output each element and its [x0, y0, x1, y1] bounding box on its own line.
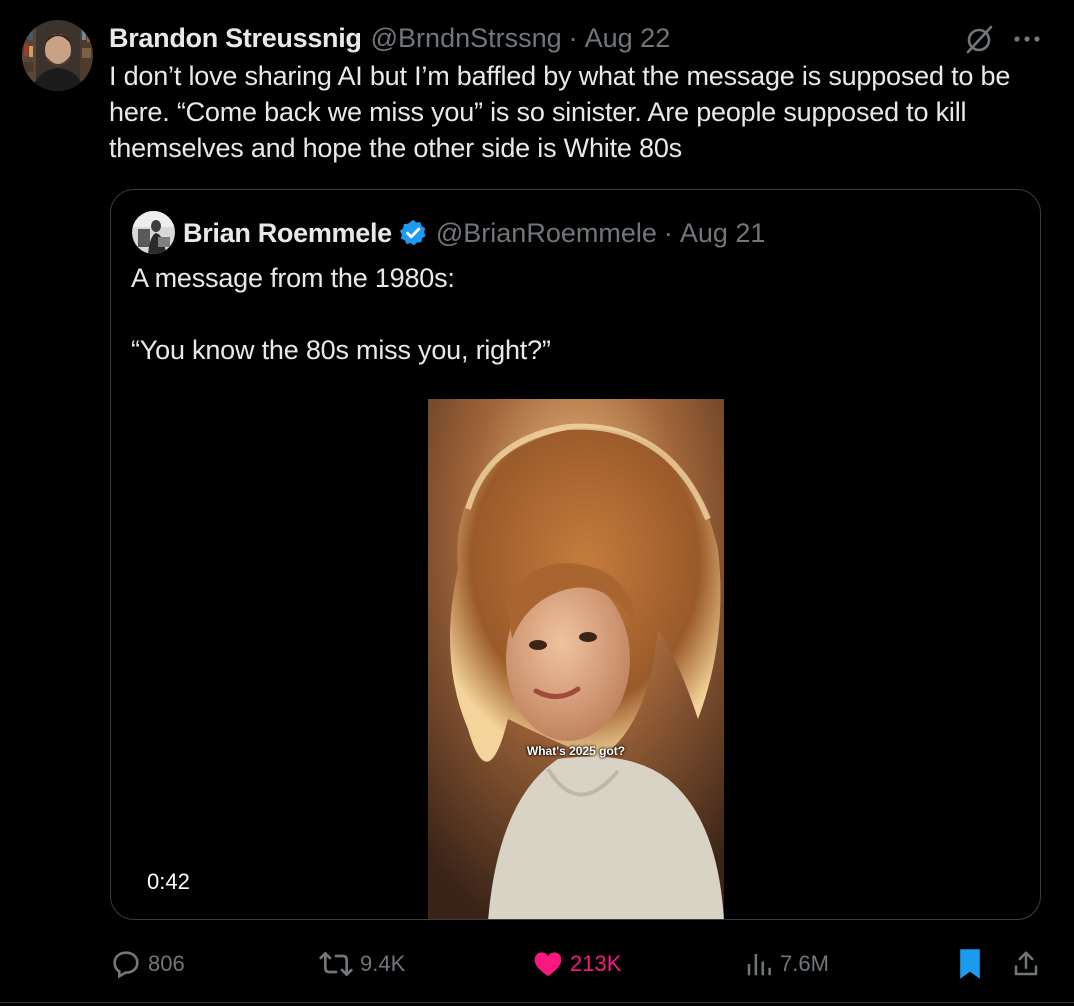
quote-author-name[interactable]: Brian Roemmele	[183, 218, 392, 249]
tweet-header: Brandon Streussnig @BrndnStrssng · Aug 2…	[109, 20, 670, 56]
grok-icon[interactable]	[962, 23, 996, 57]
views-button[interactable]: 7.6M	[744, 942, 829, 986]
verified-badge-icon	[398, 218, 428, 248]
repost-button[interactable]: 9.4K	[318, 942, 405, 986]
like-icon	[534, 952, 562, 976]
views-count: 7.6M	[780, 951, 829, 976]
bookmark-button[interactable]	[956, 942, 984, 986]
like-button[interactable]: 213K	[532, 942, 621, 986]
divider	[0, 1002, 1074, 1003]
quote-date[interactable]: Aug 21	[680, 218, 766, 249]
like-count: 213K	[570, 951, 622, 976]
more-icon[interactable]	[1010, 24, 1044, 54]
views-icon	[747, 954, 771, 976]
quote-author-handle[interactable]: @BrianRoemmele	[436, 218, 657, 249]
action-bar: 806 9.4K 213K 7.6M	[0, 942, 1074, 986]
quote-header: Brian Roemmele @BrianRoemmele · Aug 21	[183, 215, 765, 251]
author-avatar[interactable]	[22, 20, 93, 91]
avatar-image	[22, 20, 93, 91]
quote-text-line: “You know the 80s miss you, right?”	[131, 335, 551, 365]
share-icon	[1014, 951, 1038, 976]
reply-count: 806	[148, 951, 185, 976]
video-duration: 0:42	[147, 869, 190, 894]
video-thumbnail	[428, 399, 724, 919]
author-handle[interactable]: @BrndnStrssng	[371, 23, 562, 54]
video-player[interactable]: What's 2025 got?	[428, 399, 724, 919]
video-caption: What's 2025 got?	[526, 744, 626, 758]
reply-button[interactable]: 806	[110, 942, 185, 986]
quote-avatar-image	[132, 211, 175, 254]
quote-text: A message from the 1980s: “You know the …	[131, 260, 1011, 368]
repost-icon	[319, 952, 353, 976]
header-separator: ·	[568, 22, 578, 53]
bookmark-icon	[960, 949, 980, 979]
tweet-date[interactable]: Aug 22	[585, 23, 671, 54]
tweet-text: I don’t love sharing AI but I’m baffled …	[109, 61, 1011, 163]
quote-author-avatar[interactable]	[132, 211, 175, 254]
quote-text-line: A message from the 1980s:	[131, 263, 455, 293]
share-button[interactable]	[1011, 942, 1041, 986]
repost-count: 9.4K	[360, 951, 406, 976]
author-name[interactable]: Brandon Streussnig	[109, 23, 362, 54]
reply-icon	[113, 951, 139, 979]
quote-header-separator: ·	[663, 217, 673, 248]
quoted-tweet[interactable]: Brian Roemmele @BrianRoemmele · Aug 21 A…	[110, 189, 1041, 920]
